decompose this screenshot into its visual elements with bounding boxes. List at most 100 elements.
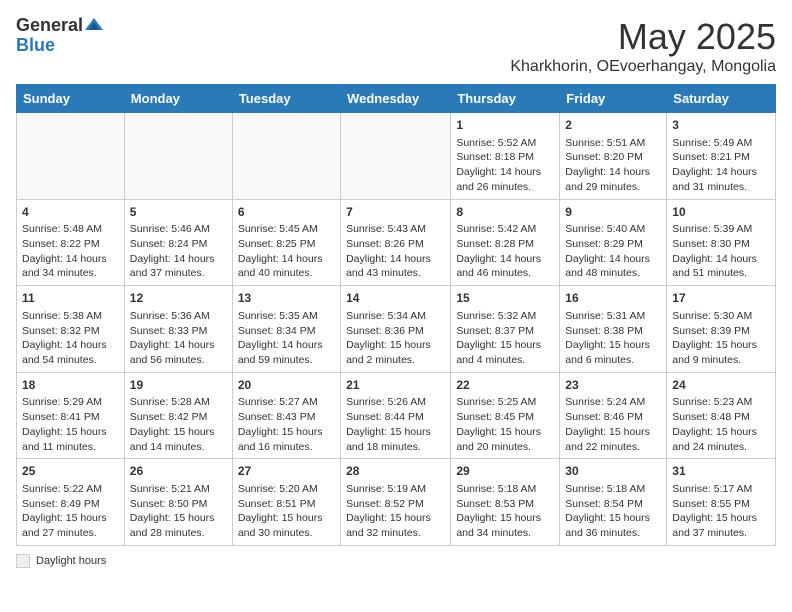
calendar-cell: 18Sunrise: 5:29 AMSunset: 8:41 PMDayligh… <box>17 372 125 459</box>
calendar-cell: 1 Sunrise: 5:52 AMSunset: 8:18 PMDaylight… <box>451 113 560 200</box>
day-info: Sunrise: 5:22 AMSunset: 8:49 PMDaylight:… <box>22 482 119 541</box>
title-area: May 2025 Kharkhorin, OEvoerhangay, Mongo… <box>510 16 776 76</box>
column-header-tuesday: Tuesday <box>232 85 340 113</box>
calendar-cell: 3 Sunrise: 5:49 AMSunset: 8:21 PMDaylight… <box>667 113 776 200</box>
calendar-cell <box>341 113 451 200</box>
day-info: Sunrise: 5:18 AMSunset: 8:53 PMDaylight:… <box>456 482 554 541</box>
logo: General Blue <box>16 16 103 56</box>
calendar-cell: 7Sunrise: 5:43 AMSunset: 8:26 PMDaylight… <box>341 199 451 286</box>
day-info: Sunrise: 5:35 AMSunset: 8:34 PMDaylight:… <box>238 309 335 368</box>
column-header-monday: Monday <box>124 85 232 113</box>
day-number: 3 <box>672 117 770 134</box>
calendar-cell <box>17 113 125 200</box>
day-info: Sunrise: 5:18 AMSunset: 8:54 PMDaylight:… <box>565 482 661 541</box>
day-info: Sunrise: 5:29 AMSunset: 8:41 PMDaylight:… <box>22 395 119 454</box>
calendar-cell: 5Sunrise: 5:46 AMSunset: 8:24 PMDaylight… <box>124 199 232 286</box>
column-header-sunday: Sunday <box>17 85 125 113</box>
calendar-cell: 4Sunrise: 5:48 AMSunset: 8:22 PMDaylight… <box>17 199 125 286</box>
calendar-cell <box>232 113 340 200</box>
logo-blue: Blue <box>16 35 55 55</box>
logo-general: General <box>16 16 83 36</box>
calendar-cell: 21Sunrise: 5:26 AMSunset: 8:44 PMDayligh… <box>341 372 451 459</box>
day-info: Sunrise: 5:38 AMSunset: 8:32 PMDaylight:… <box>22 309 119 368</box>
day-number: 29 <box>456 463 554 480</box>
day-info: Sunrise: 5:43 AMSunset: 8:26 PMDaylight:… <box>346 222 445 281</box>
logo-icon <box>85 16 103 34</box>
calendar-cell: 29 Sunrise: 5:18 AMSunset: 8:53 PMDayligh… <box>451 459 560 546</box>
column-header-thursday: Thursday <box>451 85 560 113</box>
day-info: Sunrise: 5:39 AMSunset: 8:30 PMDaylight:… <box>672 222 770 281</box>
day-info: Sunrise: 5:36 AMSunset: 8:33 PMDaylight:… <box>130 309 227 368</box>
week-row-5: 25 Sunrise: 5:22 AMSunset: 8:49 PMDayligh… <box>17 459 776 546</box>
calendar-cell: 6Sunrise: 5:45 AMSunset: 8:25 PMDaylight… <box>232 199 340 286</box>
week-row-3: 11 Sunrise: 5:38 AMSunset: 8:32 PMDayligh… <box>17 286 776 373</box>
page-header: General Blue May 2025 Kharkhorin, OEvoer… <box>16 16 776 76</box>
day-number: 26 <box>130 463 227 480</box>
day-info: Sunrise: 5:24 AMSunset: 8:46 PMDaylight:… <box>565 395 661 454</box>
footer-note: Daylight hours <box>16 554 776 568</box>
calendar-cell: 13 Sunrise: 5:35 AMSunset: 8:34 PMDayligh… <box>232 286 340 373</box>
calendar-cell: 20Sunrise: 5:27 AMSunset: 8:43 PMDayligh… <box>232 372 340 459</box>
day-info: Sunrise: 5:34 AMSunset: 8:36 PMDaylight:… <box>346 309 445 368</box>
day-number: 1 <box>456 117 554 134</box>
day-number: 19 <box>130 377 227 394</box>
main-title: May 2025 <box>510 16 776 58</box>
day-number: 22 <box>456 377 554 394</box>
calendar-cell: 11 Sunrise: 5:38 AMSunset: 8:32 PMDayligh… <box>17 286 125 373</box>
calendar-cell <box>124 113 232 200</box>
day-info: Sunrise: 5:52 AMSunset: 8:18 PMDaylight:… <box>456 136 554 195</box>
day-number: 6 <box>238 204 335 221</box>
day-info: Sunrise: 5:51 AMSunset: 8:20 PMDaylight:… <box>565 136 661 195</box>
day-number: 2 <box>565 117 661 134</box>
day-number: 14 <box>346 290 445 307</box>
day-number: 25 <box>22 463 119 480</box>
subtitle: Kharkhorin, OEvoerhangay, Mongolia <box>510 58 776 76</box>
day-number: 12 <box>130 290 227 307</box>
day-info: Sunrise: 5:30 AMSunset: 8:39 PMDaylight:… <box>672 309 770 368</box>
calendar-cell: 16Sunrise: 5:31 AMSunset: 8:38 PMDayligh… <box>560 286 667 373</box>
day-number: 21 <box>346 377 445 394</box>
day-number: 18 <box>22 377 119 394</box>
day-number: 28 <box>346 463 445 480</box>
day-number: 27 <box>238 463 335 480</box>
calendar-cell: 12 Sunrise: 5:36 AMSunset: 8:33 PMDayligh… <box>124 286 232 373</box>
day-info: Sunrise: 5:45 AMSunset: 8:25 PMDaylight:… <box>238 222 335 281</box>
day-info: Sunrise: 5:27 AMSunset: 8:43 PMDaylight:… <box>238 395 335 454</box>
day-number: 13 <box>238 290 335 307</box>
day-number: 23 <box>565 377 661 394</box>
calendar-cell: 15 Sunrise: 5:32 AMSunset: 8:37 PMDayligh… <box>451 286 560 373</box>
day-number: 7 <box>346 204 445 221</box>
calendar-cell: 17Sunrise: 5:30 AMSunset: 8:39 PMDayligh… <box>667 286 776 373</box>
day-number: 4 <box>22 204 119 221</box>
day-number: 24 <box>672 377 770 394</box>
calendar-cell: 26 Sunrise: 5:21 AMSunset: 8:50 PMDayligh… <box>124 459 232 546</box>
day-info: Sunrise: 5:21 AMSunset: 8:50 PMDaylight:… <box>130 482 227 541</box>
calendar-cell: 31 Sunrise: 5:17 AMSunset: 8:55 PMDayligh… <box>667 459 776 546</box>
calendar-cell: 22Sunrise: 5:25 AMSunset: 8:45 PMDayligh… <box>451 372 560 459</box>
day-info: Sunrise: 5:48 AMSunset: 8:22 PMDaylight:… <box>22 222 119 281</box>
header-row: SundayMondayTuesdayWednesdayThursdayFrid… <box>17 85 776 113</box>
day-info: Sunrise: 5:28 AMSunset: 8:42 PMDaylight:… <box>130 395 227 454</box>
calendar-cell: 30Sunrise: 5:18 AMSunset: 8:54 PMDayligh… <box>560 459 667 546</box>
calendar-cell: 23Sunrise: 5:24 AMSunset: 8:46 PMDayligh… <box>560 372 667 459</box>
footer-label: Daylight hours <box>36 555 106 567</box>
calendar-cell: 19Sunrise: 5:28 AMSunset: 8:42 PMDayligh… <box>124 372 232 459</box>
day-number: 11 <box>22 290 119 307</box>
day-info: Sunrise: 5:46 AMSunset: 8:24 PMDaylight:… <box>130 222 227 281</box>
day-number: 15 <box>456 290 554 307</box>
day-info: Sunrise: 5:49 AMSunset: 8:21 PMDaylight:… <box>672 136 770 195</box>
day-number: 5 <box>130 204 227 221</box>
day-info: Sunrise: 5:17 AMSunset: 8:55 PMDaylight:… <box>672 482 770 541</box>
day-number: 10 <box>672 204 770 221</box>
day-info: Sunrise: 5:32 AMSunset: 8:37 PMDaylight:… <box>456 309 554 368</box>
column-header-friday: Friday <box>560 85 667 113</box>
daylight-box <box>16 554 30 568</box>
calendar-table: SundayMondayTuesdayWednesdayThursdayFrid… <box>16 84 776 546</box>
calendar-cell: 14 Sunrise: 5:34 AMSunset: 8:36 PMDayligh… <box>341 286 451 373</box>
calendar-cell: 24Sunrise: 5:23 AMSunset: 8:48 PMDayligh… <box>667 372 776 459</box>
day-number: 8 <box>456 204 554 221</box>
calendar-cell: 8Sunrise: 5:42 AMSunset: 8:28 PMDaylight… <box>451 199 560 286</box>
day-info: Sunrise: 5:42 AMSunset: 8:28 PMDaylight:… <box>456 222 554 281</box>
calendar-cell: 25 Sunrise: 5:22 AMSunset: 8:49 PMDayligh… <box>17 459 125 546</box>
day-number: 31 <box>672 463 770 480</box>
